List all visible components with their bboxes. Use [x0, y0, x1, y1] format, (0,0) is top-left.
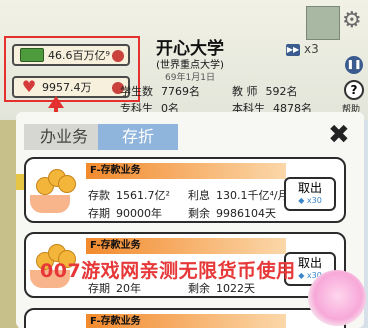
gear-icon[interactable]: ⚙ [342, 8, 362, 33]
close-icon[interactable]: ✖ [328, 120, 350, 150]
deposit-card: F-存款业务 [24, 308, 346, 328]
withdraw-button[interactable]: 取出 ◆ x30 [284, 177, 336, 211]
avatar[interactable] [306, 6, 340, 40]
school-rank: (世界重点大学) [156, 60, 224, 71]
deposit-label: 存款 [88, 189, 110, 202]
help-button[interactable]: ? [344, 80, 364, 100]
teachers-label: 教 师 [232, 85, 258, 98]
side-badge [16, 174, 24, 190]
remaining-value: 9986104天 [216, 207, 276, 220]
remaining-label: 剩余 [188, 282, 210, 295]
deposit-value: 1561.7亿² [116, 189, 170, 202]
remaining-label: 剩余 [188, 207, 210, 220]
term-label: 存期 [88, 282, 110, 295]
deposit-title: F-存款业务 [86, 163, 286, 179]
students-label: 学生数 [120, 85, 153, 98]
school-date: 69年1月1日 [165, 73, 215, 83]
tab-business[interactable]: 办业务 [24, 124, 104, 150]
deposit-title: F-存款业务 [86, 238, 286, 254]
fast-forward-icon[interactable]: ▶▶ [286, 44, 300, 56]
deposit-term: 存期 90000年 [88, 205, 162, 221]
term-value: 20年 [116, 282, 141, 295]
withdraw-label: 取出 [297, 181, 322, 195]
pause-button[interactable]: ❚❚ [345, 56, 363, 74]
coins-icon [34, 167, 78, 197]
withdraw-cost: x30 [306, 196, 322, 205]
withdraw-label: 取出 [297, 256, 322, 270]
deposit-remaining: 剩余 9986104天 [188, 205, 276, 221]
deposit-amount: 存款 1561.7亿² [88, 187, 170, 203]
teachers-stat: 教 师 592名 [232, 83, 298, 99]
hand-icon [30, 195, 70, 213]
students-stat: 学生数 7769名 [120, 83, 200, 99]
deposit-title: F-存款业务 [86, 314, 286, 328]
teachers-value: 592名 [265, 85, 298, 98]
tab-passbook[interactable]: 存折 [98, 124, 178, 150]
interest-value: 130.1千亿⁴/月 [216, 189, 289, 202]
watermark-text: 007游戏网亲测无限货币使用 [40, 260, 296, 282]
gem-icon: ◆ x30 [298, 196, 322, 205]
term-value: 90000年 [116, 207, 162, 220]
term-label: 存期 [88, 207, 110, 220]
deposit-card: F-存款业务 存款 1561.7亿² 利息 130.1千亿⁴/月 存期 90000年 … [24, 157, 346, 223]
students-value: 7769名 [161, 85, 200, 98]
remaining-value: 1022天 [216, 282, 255, 295]
mascot-avatar [308, 270, 366, 326]
speed-label: x3 [304, 42, 319, 56]
deposit-interest: 利息 130.1千亿⁴/月 [188, 187, 289, 203]
interest-label: 利息 [188, 189, 210, 202]
